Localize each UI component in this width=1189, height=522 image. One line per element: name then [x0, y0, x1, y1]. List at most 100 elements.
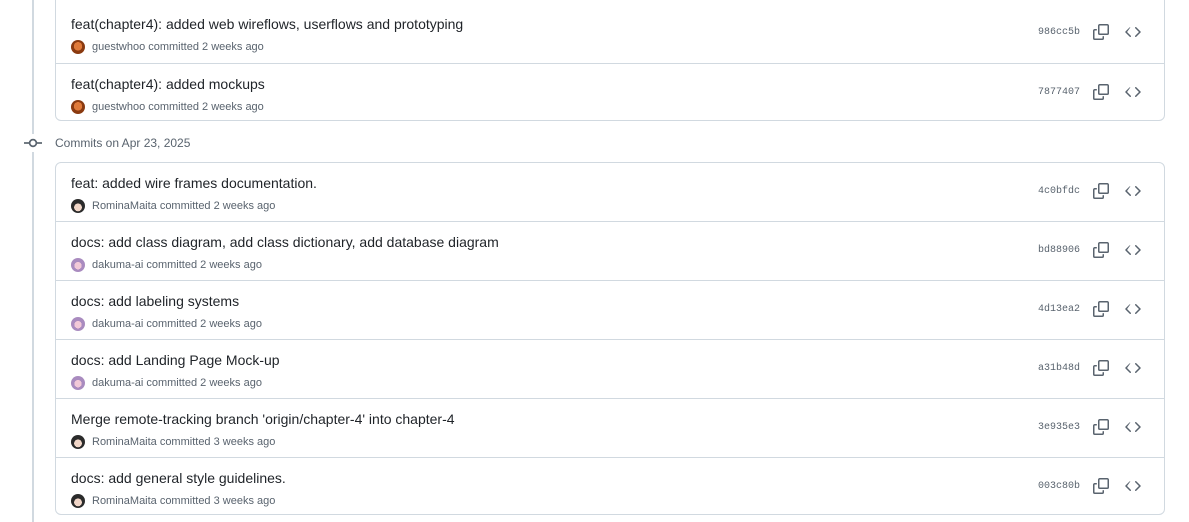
commit-time: 2 weeks ago [202, 41, 264, 53]
commit-sha-link[interactable]: 986cc5b [1038, 27, 1080, 38]
commit-meta: dakuma-ai committed 2 weeks ago [71, 376, 262, 390]
code-icon [1125, 186, 1141, 196]
commit-message-link[interactable]: docs: add Landing Page Mock-up [71, 352, 280, 368]
code-icon [1125, 481, 1141, 491]
commit-sha-link[interactable]: 4c0bfdc [1038, 186, 1080, 197]
author-avatar[interactable] [71, 40, 85, 54]
commit-action-label: committed [159, 200, 211, 212]
author-link[interactable]: RominaMaita [92, 436, 157, 448]
author-link[interactable]: dakuma-ai [92, 318, 143, 330]
commit-group: feat: added wire frames documentation. R… [55, 162, 1165, 515]
commit-sha-link[interactable]: 3e935e3 [1038, 422, 1080, 433]
copy-sha-button[interactable] [1091, 476, 1111, 496]
author-link[interactable]: dakuma-ai [92, 377, 143, 389]
commit-action-label: committed [148, 41, 199, 53]
commit-meta: RominaMaita committed 2 weeks ago [71, 199, 275, 213]
copy-icon [1093, 360, 1109, 376]
git-commit-icon [24, 134, 42, 152]
code-icon [1125, 363, 1141, 373]
author-avatar[interactable] [71, 100, 85, 114]
author-link[interactable]: guestwhoo [92, 41, 145, 53]
commit-sha-link[interactable]: a31b48d [1038, 363, 1080, 374]
commit-row: feat: added wire frames documentation. R… [56, 163, 1164, 221]
commit-row: docs: add labeling systems dakuma-ai com… [56, 280, 1164, 339]
commit-time: 3 weeks ago [213, 436, 276, 448]
browse-repo-button[interactable] [1123, 82, 1143, 102]
commit-time: 2 weeks ago [200, 377, 262, 389]
copy-icon [1093, 24, 1109, 40]
copy-sha-button[interactable] [1091, 417, 1111, 437]
browse-repo-button[interactable] [1123, 240, 1143, 260]
commit-row: docs: add Landing Page Mock-up dakuma-ai… [56, 339, 1164, 398]
commit-sha-link[interactable]: bd88906 [1038, 245, 1080, 256]
commit-sha-link[interactable]: 7877407 [1038, 87, 1080, 98]
commit-meta: dakuma-ai committed 2 weeks ago [71, 317, 262, 331]
copy-sha-button[interactable] [1091, 22, 1111, 42]
code-icon [1125, 27, 1141, 37]
author-avatar[interactable] [71, 317, 85, 331]
commit-meta: RominaMaita committed 3 weeks ago [71, 435, 275, 449]
copy-icon [1093, 301, 1109, 317]
commit-row: feat(chapter4): added mockups guestwhoo … [56, 63, 1164, 120]
author-link[interactable]: guestwhoo [92, 101, 145, 113]
commit-time: 3 weeks ago [213, 495, 276, 507]
commit-meta: RominaMaita committed 3 weeks ago [71, 494, 275, 508]
code-icon [1125, 87, 1141, 97]
commit-action-label: committed [159, 436, 211, 448]
code-icon [1125, 304, 1141, 314]
commit-meta: guestwhoo committed 2 weeks ago [71, 40, 264, 54]
browse-repo-button[interactable] [1123, 181, 1143, 201]
commit-message-link[interactable]: docs: add class diagram, add class dicti… [71, 234, 499, 250]
commit-message-link[interactable]: feat(chapter4): added web wireflows, use… [71, 16, 463, 32]
commit-time: 2 weeks ago [202, 101, 264, 113]
commit-message-link[interactable]: Merge remote-tracking branch 'origin/cha… [71, 411, 455, 427]
commit-date-label: Commits on Apr 23, 2025 [55, 136, 191, 150]
author-link[interactable]: RominaMaita [92, 495, 157, 507]
commit-row: feat(chapter4): added web wireflows, use… [56, 0, 1164, 63]
copy-icon [1093, 242, 1109, 258]
browse-repo-button[interactable] [1123, 417, 1143, 437]
author-avatar[interactable] [71, 376, 85, 390]
author-link[interactable]: RominaMaita [92, 200, 157, 212]
commit-time: 2 weeks ago [200, 318, 262, 330]
author-avatar[interactable] [71, 494, 85, 508]
commit-meta: dakuma-ai committed 2 weeks ago [71, 258, 262, 272]
commit-message-link[interactable]: feat: added wire frames documentation. [71, 175, 317, 191]
copy-sha-button[interactable] [1091, 299, 1111, 319]
copy-icon [1093, 183, 1109, 199]
copy-icon [1093, 84, 1109, 100]
copy-sha-button[interactable] [1091, 82, 1111, 102]
code-icon [1125, 245, 1141, 255]
commit-message-link[interactable]: feat(chapter4): added mockups [71, 76, 265, 92]
browse-repo-button[interactable] [1123, 358, 1143, 378]
browse-repo-button[interactable] [1123, 22, 1143, 42]
commit-action-label: committed [159, 495, 211, 507]
copy-icon [1093, 419, 1109, 435]
browse-repo-button[interactable] [1123, 299, 1143, 319]
commit-sha-link[interactable]: 003c80b [1038, 481, 1080, 492]
commit-row: docs: add general style guidelines. Romi… [56, 457, 1164, 514]
commit-action-label: committed [146, 318, 198, 330]
commit-message-link[interactable]: docs: add general style guidelines. [71, 470, 286, 486]
commit-message-link[interactable]: docs: add labeling systems [71, 293, 239, 309]
timeline-line [32, 0, 34, 522]
commit-action-label: committed [146, 259, 198, 271]
author-avatar[interactable] [71, 258, 85, 272]
code-icon [1125, 422, 1141, 432]
commit-action-label: committed [146, 377, 198, 389]
commit-meta: guestwhoo committed 2 weeks ago [71, 100, 264, 114]
copy-sha-button[interactable] [1091, 358, 1111, 378]
author-link[interactable]: dakuma-ai [92, 259, 143, 271]
commit-sha-link[interactable]: 4d13ea2 [1038, 304, 1080, 315]
commit-row: Merge remote-tracking branch 'origin/cha… [56, 398, 1164, 457]
commit-group: feat(chapter4): added web wireflows, use… [55, 0, 1165, 121]
author-avatar[interactable] [71, 199, 85, 213]
copy-sha-button[interactable] [1091, 181, 1111, 201]
copy-icon [1093, 478, 1109, 494]
commit-row: docs: add class diagram, add class dicti… [56, 221, 1164, 280]
browse-repo-button[interactable] [1123, 476, 1143, 496]
commit-date-header: Commits on Apr 23, 2025 [24, 133, 190, 153]
copy-sha-button[interactable] [1091, 240, 1111, 260]
author-avatar[interactable] [71, 435, 85, 449]
commit-time: 2 weeks ago [200, 259, 262, 271]
